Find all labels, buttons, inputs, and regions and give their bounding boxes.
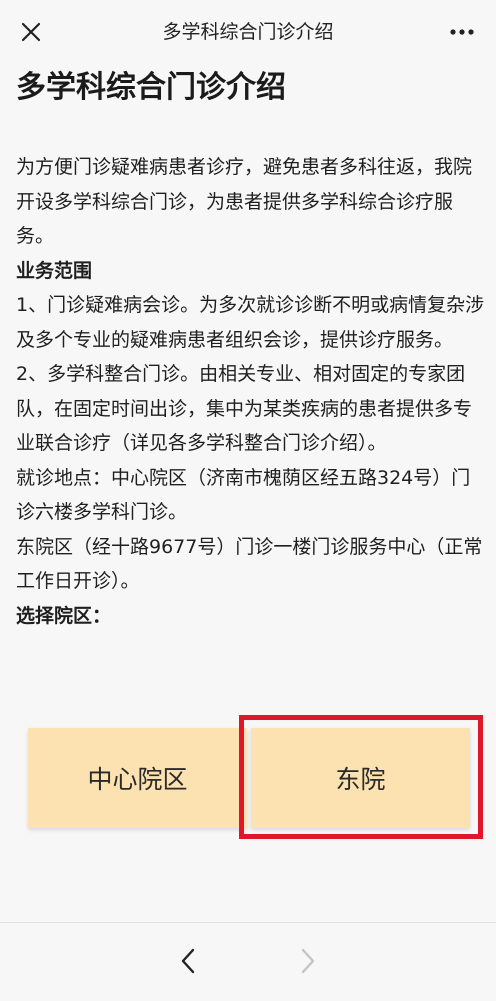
article-body: 为方便门诊疑难病患者诊疗，避免患者多科往返，我院开设多学科综合门诊，为患者提供多… [16, 150, 486, 633]
select-campus-label: 选择院区： [16, 604, 112, 627]
nav-bar: 多学科综合门诊介绍 [0, 0, 496, 64]
bottom-nav-bar [0, 922, 496, 1001]
page-title: 多学科综合门诊介绍 [16, 70, 286, 105]
nav-title: 多学科综合门诊介绍 [162, 21, 334, 43]
location-central: 就诊地点：中心院区（济南市槐荫区经五路324号）门诊六楼多学科门诊。 [16, 466, 471, 524]
location-east: 东院区（经十路9677号）门诊一楼门诊服务中心（正常工作日开诊）。 [16, 535, 483, 593]
scope-item-1: 1、门诊疑难病会诊。为多次就诊诊断不明或病情复杂涉及多个专业的疑难病患者组织会诊… [16, 294, 485, 351]
east-campus-button[interactable]: 东院 [251, 728, 470, 828]
forward-button[interactable] [292, 941, 324, 981]
central-campus-button[interactable]: 中心院区 [28, 728, 247, 828]
close-icon [21, 22, 41, 42]
forward-arrow-icon [301, 948, 315, 974]
back-arrow-icon [181, 948, 195, 974]
more-button[interactable] [444, 17, 480, 47]
back-button[interactable] [172, 941, 204, 981]
close-button[interactable] [16, 17, 46, 47]
intro-paragraph: 为方便门诊疑难病患者诊疗，避免患者多科往返，我院开设多学科综合门诊，为患者提供多… [16, 156, 473, 247]
campus-selector: 中心院区 东院 [28, 728, 470, 828]
more-icon [450, 29, 474, 35]
scope-item-2: 2、多学科整合门诊。由相关专业、相对固定的专家团队，在固定时间出诊，集中为某类疾… [16, 363, 473, 454]
scope-heading: 业务范围 [16, 259, 93, 282]
